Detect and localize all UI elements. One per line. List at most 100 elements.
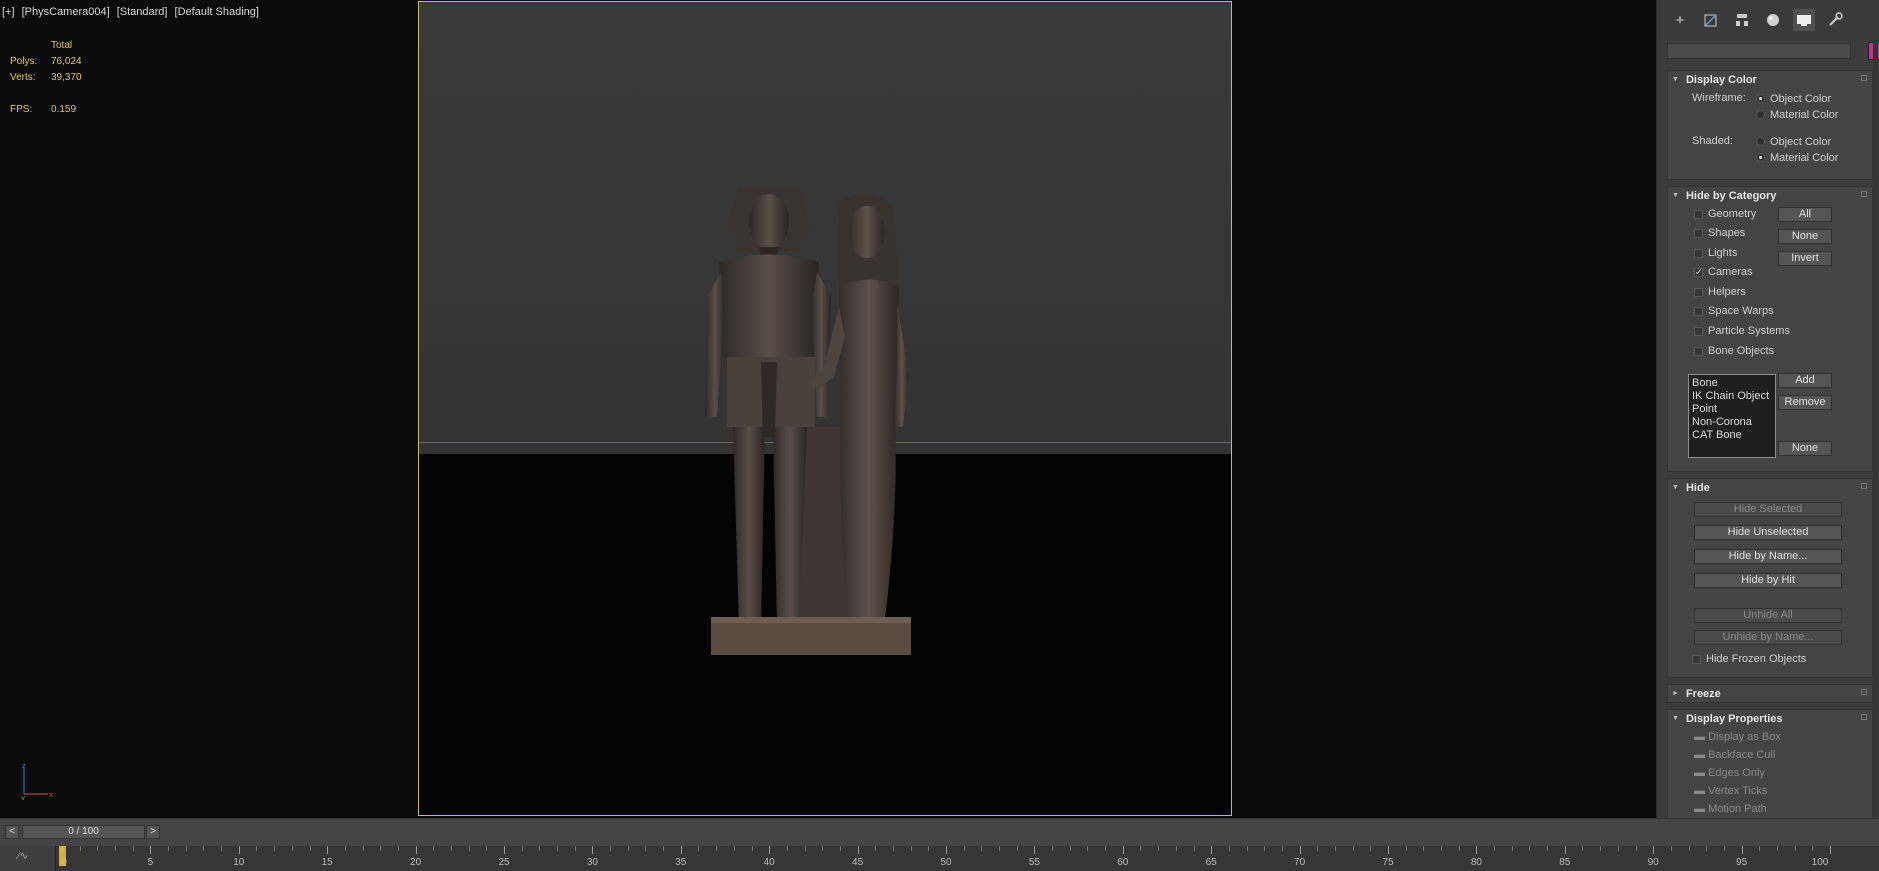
viewport-standard-menu[interactable]: [Standard] bbox=[117, 6, 168, 18]
frame-tick bbox=[645, 846, 647, 851]
shaded-material-color-radio[interactable] bbox=[1756, 153, 1765, 162]
object-name-field[interactable] bbox=[1667, 43, 1851, 59]
frame-tick bbox=[857, 846, 859, 854]
list-item[interactable]: Non-Corona bbox=[1692, 416, 1772, 429]
category-invert-button[interactable]: Invert bbox=[1778, 251, 1832, 266]
create-icon[interactable]: + bbox=[1669, 9, 1691, 31]
frame-tick bbox=[221, 846, 223, 851]
shaded-object-color-label: Object Color bbox=[1770, 136, 1832, 148]
frame-tick bbox=[309, 846, 311, 851]
hide-frozen-checkbox[interactable] bbox=[1692, 655, 1701, 664]
frame-tick bbox=[1140, 846, 1142, 851]
hide-selected-button[interactable]: Hide Selected bbox=[1694, 502, 1842, 517]
lights-checkbox[interactable] bbox=[1694, 249, 1703, 258]
frame-tick bbox=[97, 846, 99, 851]
statue-model[interactable] bbox=[699, 177, 959, 657]
polys-label: Polys: bbox=[10, 56, 38, 67]
motion-path-option[interactable]: ▬ Motion Path bbox=[1694, 803, 1767, 815]
hide-rollout: ▼ Hide Hide Selected Hide Unselected Hide… bbox=[1667, 478, 1873, 678]
hide-by-hit-button[interactable]: Hide by Hit bbox=[1694, 573, 1842, 588]
fps-value: 0.159 bbox=[51, 104, 77, 115]
category-filter-list[interactable]: Bone IK Chain Object Point Non-Corona CA… bbox=[1688, 374, 1776, 458]
frame-tick bbox=[1458, 846, 1460, 851]
space-warps-checkbox[interactable] bbox=[1694, 307, 1703, 316]
display-icon[interactable] bbox=[1793, 9, 1815, 31]
vertex-ticks-option[interactable]: ▬ Vertex Ticks bbox=[1694, 785, 1767, 797]
hide-unselected-button[interactable]: Hide Unselected bbox=[1694, 525, 1842, 540]
frame-tick bbox=[1228, 846, 1230, 851]
category-none-button[interactable]: None bbox=[1778, 229, 1832, 244]
shaded-object-color-radio[interactable] bbox=[1756, 137, 1765, 146]
frame-tick bbox=[786, 846, 788, 851]
frame-tick bbox=[1352, 846, 1354, 851]
curve-editor-toggle[interactable]: ⁄∿ bbox=[0, 846, 56, 871]
list-add-button[interactable]: Add bbox=[1778, 373, 1832, 388]
frame-tick bbox=[450, 846, 452, 851]
camera-viewport[interactable]: [+] [PhysCamera004] [Standard] [Default … bbox=[0, 0, 1656, 818]
time-slider[interactable]: 0 / 100 bbox=[22, 825, 145, 839]
frame-tick bbox=[1653, 846, 1655, 854]
freeze-header[interactable]: ► Freeze bbox=[1668, 685, 1872, 702]
unhide-by-name-button[interactable]: Unhide by Name... bbox=[1694, 630, 1842, 645]
list-item[interactable]: CAT Bone bbox=[1692, 429, 1772, 442]
modify-icon[interactable] bbox=[1700, 9, 1722, 31]
time-playhead[interactable] bbox=[59, 846, 66, 866]
category-all-button[interactable]: All bbox=[1778, 207, 1832, 222]
rollout-pin-icon bbox=[1861, 191, 1867, 197]
bone-objects-checkbox[interactable] bbox=[1694, 347, 1703, 356]
motion-icon[interactable] bbox=[1762, 9, 1784, 31]
hide-frozen-label: Hide Frozen Objects bbox=[1706, 653, 1807, 665]
frame-tick bbox=[79, 846, 81, 851]
frame-tick bbox=[1794, 846, 1796, 851]
viewport-camera-menu[interactable]: [PhysCamera004] bbox=[22, 6, 110, 18]
frame-tick bbox=[592, 846, 594, 854]
list-none-button[interactable]: None bbox=[1778, 441, 1832, 456]
viewport-plus-menu[interactable]: [+] bbox=[2, 6, 15, 18]
previous-frame-button[interactable]: < bbox=[5, 825, 19, 839]
particle-systems-checkbox[interactable] bbox=[1694, 327, 1703, 336]
viewport-label-menu[interactable]: [+] [PhysCamera004] [Standard] [Default … bbox=[2, 6, 263, 18]
hide-header[interactable]: ▼ Hide bbox=[1668, 479, 1872, 496]
display-as-box-option[interactable]: ▬ Display as Box bbox=[1694, 731, 1781, 743]
next-frame-button[interactable]: > bbox=[146, 825, 160, 839]
list-item[interactable]: IK Chain Object bbox=[1692, 390, 1772, 403]
list-remove-button[interactable]: Remove bbox=[1778, 395, 1832, 410]
frame-tick bbox=[1423, 846, 1425, 851]
hide-by-category-header[interactable]: ▼ Hide by Category bbox=[1668, 187, 1872, 204]
backface-cull-option[interactable]: ▬ Backface Cull bbox=[1694, 749, 1775, 761]
helpers-checkbox[interactable] bbox=[1694, 288, 1703, 297]
viewport-shading-menu[interactable]: [Default Shading] bbox=[175, 6, 259, 18]
axis-tripod-icon: z x y bbox=[21, 762, 53, 800]
hide-by-category-title: Hide by Category bbox=[1685, 189, 1777, 202]
display-properties-header[interactable]: ▼ Display Properties bbox=[1668, 710, 1872, 727]
frame-tick bbox=[1069, 846, 1071, 851]
list-item[interactable]: Bone bbox=[1692, 377, 1772, 390]
hierarchy-icon[interactable] bbox=[1731, 9, 1753, 31]
frame-tick-label: 95 bbox=[1736, 857, 1748, 868]
frame-tick bbox=[928, 846, 930, 851]
unhide-all-button[interactable]: Unhide All bbox=[1694, 608, 1842, 623]
shapes-checkbox[interactable] bbox=[1694, 229, 1703, 238]
frame-tick bbox=[875, 846, 877, 851]
geometry-checkbox[interactable] bbox=[1694, 210, 1703, 219]
command-panel-scrollbar[interactable] bbox=[1873, 40, 1878, 816]
utilities-icon[interactable] bbox=[1824, 9, 1846, 31]
rollout-pin-icon bbox=[1861, 714, 1867, 720]
rollout-pin-icon bbox=[1861, 689, 1867, 695]
wireframe-object-color-radio[interactable] bbox=[1756, 94, 1765, 103]
edges-only-option[interactable]: ▬ Edges Only bbox=[1694, 767, 1765, 779]
hide-by-name-button[interactable]: Hide by Name... bbox=[1694, 549, 1842, 564]
frame-tick bbox=[291, 846, 293, 851]
bone-objects-label: Bone Objects bbox=[1708, 345, 1775, 357]
list-item[interactable]: Point bbox=[1692, 403, 1772, 416]
wireframe-material-color-radio[interactable] bbox=[1756, 110, 1765, 119]
frame-tick bbox=[1688, 846, 1690, 851]
axis-x-label: x bbox=[49, 791, 53, 799]
shaded-label: Shaded: bbox=[1692, 135, 1733, 147]
frame-tick bbox=[663, 846, 665, 851]
command-panel: + ▼ Display Color Wireframe: Object Color bbox=[1656, 0, 1879, 818]
display-color-header[interactable]: ▼ Display Color bbox=[1668, 71, 1872, 88]
cameras-checkbox[interactable]: ✓ bbox=[1694, 268, 1703, 277]
frame-tick bbox=[132, 846, 134, 851]
frame-tick bbox=[1405, 846, 1407, 851]
